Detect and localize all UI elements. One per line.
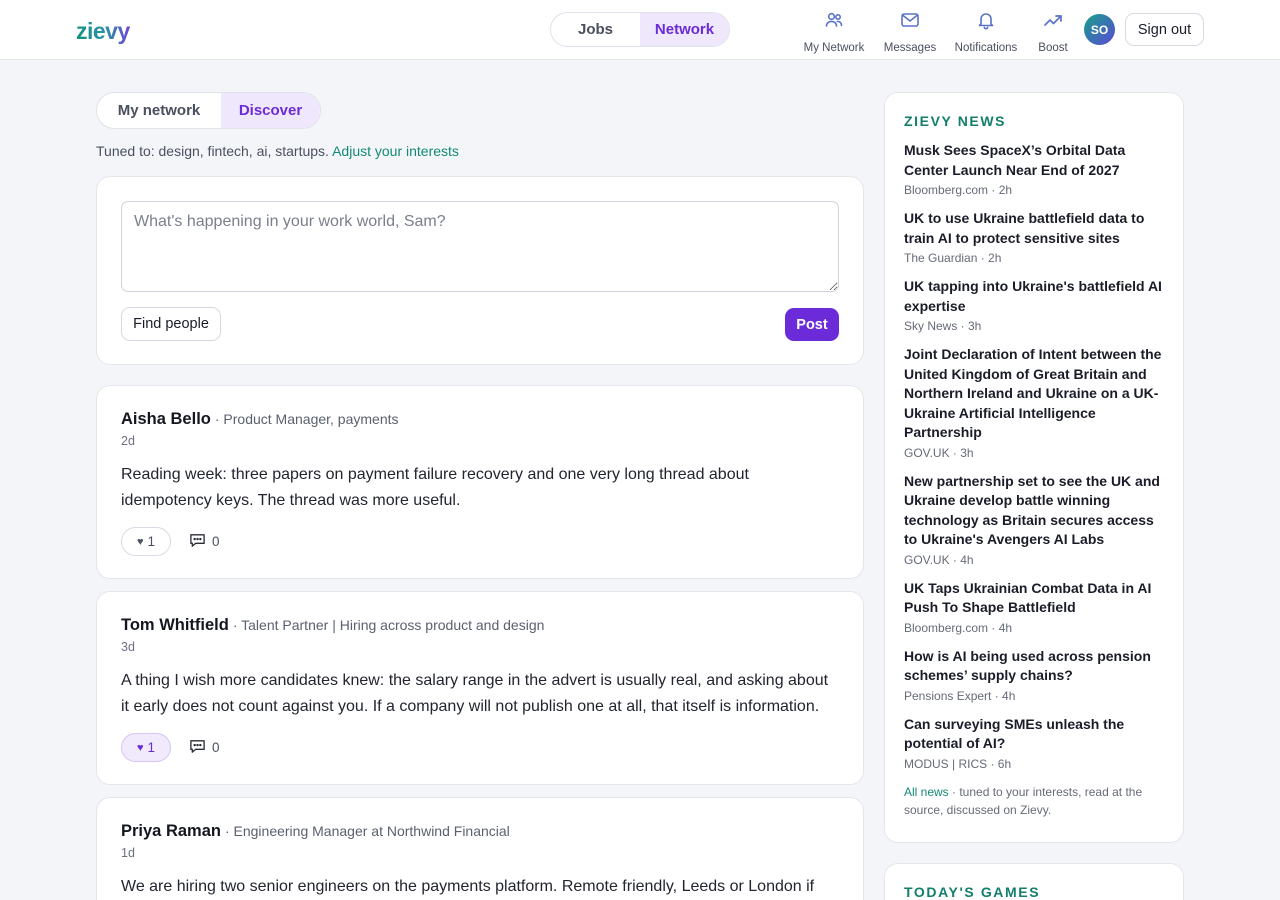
news-meta: MODUS | RICS · 6h — [904, 756, 1012, 771]
composer-card: Find people Post — [96, 176, 864, 365]
news-meta: GOV.UK · 4h — [904, 552, 974, 567]
post-body: Reading week: three papers on payment fa… — [121, 466, 749, 509]
feed-post: Tom Whitfield · Talent Partner | Hiring … — [96, 591, 864, 785]
feed-tabs: My network Discover — [96, 92, 321, 129]
news-item[interactable]: How is AI being used across pension sche… — [904, 647, 1164, 704]
news-panel: ZIEVY NEWS Musk Sees SpaceX’s Orbital Da… — [884, 92, 1184, 843]
comment-icon — [189, 738, 206, 758]
post-composer-input[interactable] — [121, 201, 839, 292]
news-headline[interactable]: UK tapping into Ukraine's battlefield AI… — [904, 277, 1164, 316]
like-button[interactable]: ♥ 1 — [121, 733, 171, 762]
like-button[interactable]: ♥ 1 — [121, 527, 171, 556]
adjust-interests-link[interactable]: Adjust your interests — [332, 143, 459, 159]
news-meta: Bloomberg.com · 2h — [904, 183, 1013, 197]
news-item[interactable]: Joint Declaration of Intent between the … — [904, 345, 1164, 461]
nav-label: My Network — [803, 42, 865, 54]
tab-jobs[interactable]: Jobs — [551, 13, 640, 46]
author-role: · Product Manager, payments — [214, 411, 399, 427]
news-item[interactable]: UK Taps Ukrainian Combat Data in AI Push… — [904, 579, 1164, 636]
nav-notifications[interactable]: Notifications — [954, 10, 1018, 54]
games-panel: TODAY'S GAMES — [884, 863, 1184, 900]
news-meta: GOV.UK · 3h — [904, 445, 974, 460]
bell-icon — [976, 10, 996, 35]
feed-post: Priya Raman · Engineering Manager at Nor… — [96, 797, 864, 900]
author-name[interactable]: Tom Whitfield — [121, 616, 229, 635]
envelope-icon — [900, 10, 920, 35]
news-item[interactable]: UK to use Ukraine battlefield data to tr… — [904, 209, 1164, 266]
news-headline[interactable]: Can surveying SMEs unleash the potential… — [904, 715, 1164, 754]
comment-count: 0 — [212, 534, 220, 549]
post-time: 3d — [121, 640, 135, 654]
find-people-button[interactable]: Find people — [121, 307, 221, 341]
tab-my-network[interactable]: My network — [97, 93, 221, 128]
avatar[interactable]: SO — [1084, 14, 1115, 45]
news-item[interactable]: New partnership set to see the UK and Uk… — [904, 472, 1164, 568]
author-name[interactable]: Aisha Bello — [121, 410, 211, 429]
heart-icon: ♥ — [136, 535, 144, 548]
news-meta: Bloomberg.com · 4h — [904, 620, 1013, 635]
interests-line: Tuned to: design, fintech, ai, startups.… — [96, 143, 459, 159]
news-headline[interactable]: Musk Sees SpaceX’s Orbital Data Center L… — [904, 141, 1164, 180]
tab-network[interactable]: Network — [640, 13, 729, 46]
post-time: 2d — [121, 434, 135, 448]
games-title: TODAY'S GAMES — [904, 884, 1041, 900]
post-button[interactable]: Post — [785, 308, 839, 341]
comment-button[interactable]: 0 — [189, 532, 220, 552]
news-meta: Sky News · 3h — [904, 319, 982, 333]
nav-my-network[interactable]: My Network — [803, 10, 865, 54]
news-meta: The Guardian · 2h — [904, 251, 1002, 265]
like-count: 1 — [147, 740, 156, 755]
comment-icon — [189, 532, 206, 552]
feed-post: Aisha Bello · Product Manager, payments … — [96, 385, 864, 579]
sign-out-button[interactable]: Sign out — [1125, 13, 1204, 46]
tuned-text: Tuned to: design, fintech, ai, startups. — [96, 143, 329, 159]
nav-label: Boost — [1038, 42, 1068, 54]
news-headline[interactable]: UK to use Ukraine battlefield data to tr… — [904, 209, 1164, 248]
people-icon — [824, 10, 844, 35]
tab-discover[interactable]: Discover — [221, 93, 320, 128]
nav-label: Notifications — [954, 42, 1018, 54]
nav-messages[interactable]: Messages — [883, 10, 937, 54]
top-bar: zievy Jobs Network My Network Messages N… — [0, 0, 1280, 60]
nav-label: Messages — [883, 42, 937, 54]
mode-toggle: Jobs Network — [550, 12, 730, 47]
news-item[interactable]: UK tapping into Ukraine's battlefield AI… — [904, 277, 1164, 334]
post-body: We are hiring two senior engineers on th… — [121, 878, 815, 895]
post-time: 1d — [121, 846, 135, 860]
news-list: Musk Sees SpaceX’s Orbital Data Center L… — [904, 141, 1164, 772]
comment-button[interactable]: 0 — [189, 738, 220, 758]
nav-boost[interactable]: Boost — [1036, 10, 1070, 54]
news-item[interactable]: Can surveying SMEs unleash the potential… — [904, 715, 1164, 772]
post-body: A thing I wish more candidates knew: the… — [121, 672, 829, 715]
news-headline[interactable]: Joint Declaration of Intent between the … — [904, 345, 1164, 443]
news-title: ZIEVY NEWS — [904, 113, 1007, 129]
news-headline[interactable]: How is AI being used across pension sche… — [904, 647, 1164, 686]
zievy-logo[interactable]: zievy — [76, 18, 130, 45]
trend-up-icon — [1043, 10, 1063, 35]
heart-icon: ♥ — [136, 741, 144, 754]
author-role: · Engineering Manager at Northwind Finan… — [224, 823, 510, 839]
news-headline[interactable]: UK Taps Ukrainian Combat Data in AI Push… — [904, 579, 1164, 618]
like-count: 1 — [147, 534, 156, 549]
comment-count: 0 — [212, 740, 220, 755]
author-name[interactable]: Priya Raman — [121, 822, 221, 841]
news-footer: All news · tuned to your interests, read… — [904, 783, 1164, 819]
all-news-link[interactable]: All news — [904, 785, 949, 799]
news-headline[interactable]: New partnership set to see the UK and Uk… — [904, 472, 1164, 550]
news-item[interactable]: Musk Sees SpaceX’s Orbital Data Center L… — [904, 141, 1164, 198]
author-role: · Talent Partner | Hiring across product… — [232, 617, 545, 633]
news-meta: Pensions Expert · 4h — [904, 688, 1016, 703]
